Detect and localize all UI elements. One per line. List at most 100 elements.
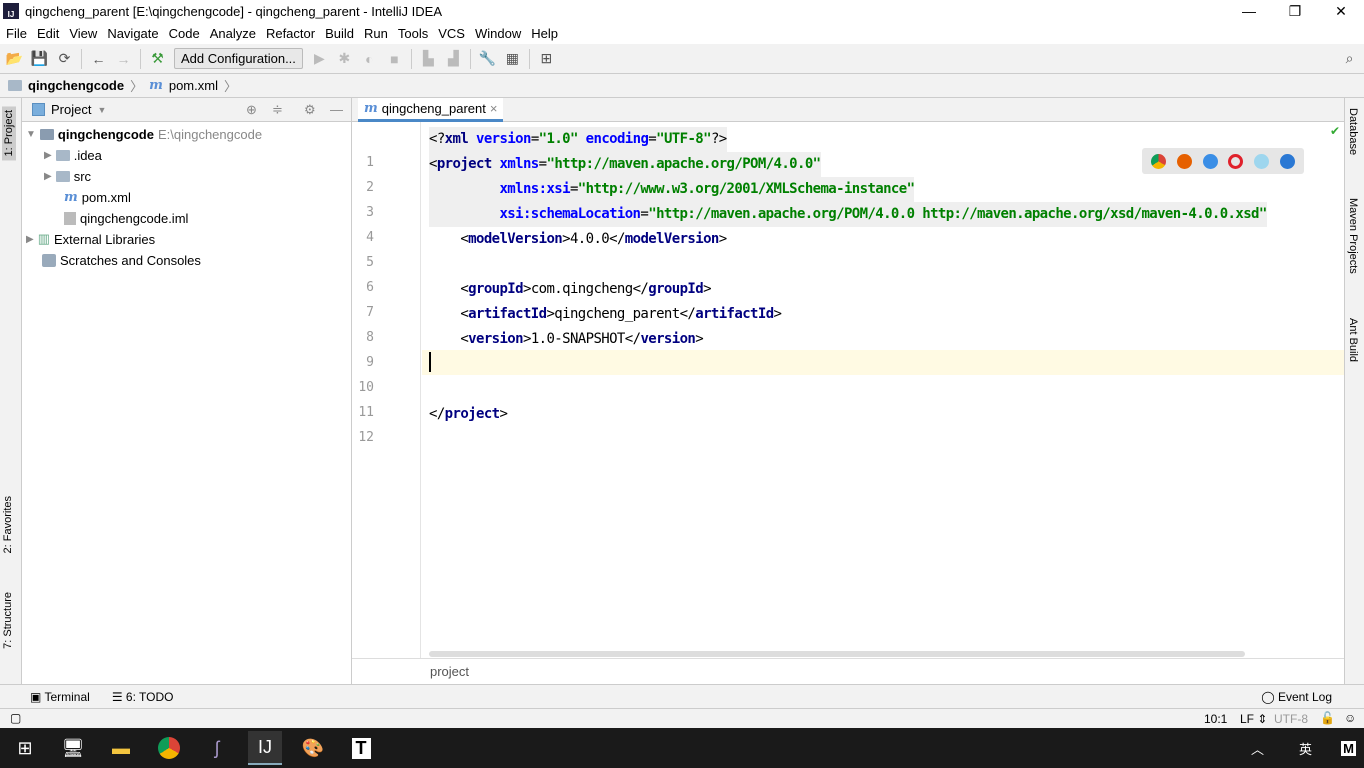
- breadcrumb-project[interactable]: qingchengcode: [28, 78, 124, 93]
- app-icon[interactable]: ʃ: [200, 731, 234, 765]
- tab-favorites[interactable]: 2: Favorites: [2, 496, 14, 553]
- tree-item-iml[interactable]: qingchengcode.iml: [64, 208, 188, 228]
- chrome-icon[interactable]: [1151, 153, 1167, 169]
- code-line[interactable]: <groupId>com.qingcheng</groupId>: [429, 277, 711, 302]
- add-configuration-button[interactable]: Add Configuration...: [174, 48, 303, 69]
- stop-icon[interactable]: ■: [386, 50, 403, 67]
- menu-analyze[interactable]: Analyze: [206, 26, 260, 41]
- tab-qingcheng-parent[interactable]: m qingcheng_parent ×: [358, 98, 504, 122]
- paint-icon[interactable]: 🎨: [296, 731, 330, 765]
- locate-icon[interactable]: ⊕: [246, 102, 257, 118]
- settings-wrench-icon[interactable]: 🔧: [479, 50, 496, 67]
- project-panel: Project ▼ ⊕ ≑ ⚙ — ▼ qingchengcode E:\qingc…: [22, 98, 352, 684]
- ime-indicator[interactable]: 英: [1299, 739, 1312, 758]
- menu-refactor[interactable]: Refactor: [262, 26, 319, 41]
- code-token: 4.0.0: [569, 231, 610, 247]
- tree-item-pom[interactable]: m pom.xml: [64, 187, 131, 207]
- code-token: <: [429, 281, 469, 297]
- debug-icon[interactable]: ✱: [336, 50, 353, 67]
- vcs-update-icon[interactable]: ▙: [420, 50, 437, 67]
- opera-icon[interactable]: [1228, 153, 1244, 169]
- code-line[interactable]: </project>: [429, 402, 508, 427]
- menu-build[interactable]: Build: [321, 26, 358, 41]
- close-button[interactable]: ✕: [1318, 0, 1364, 22]
- menu-view[interactable]: View: [65, 26, 101, 41]
- line-number: 10: [358, 380, 374, 395]
- internet-explorer-icon[interactable]: [1253, 153, 1269, 169]
- tab-todo[interactable]: ☰ 6: TODO: [112, 690, 174, 704]
- code-line[interactable]: <modelVersion>4.0.0</modelVersion>: [429, 227, 727, 252]
- menu-vcs[interactable]: VCS: [434, 26, 469, 41]
- tab-ant-build[interactable]: Ant Build: [1347, 318, 1359, 362]
- tab-structure[interactable]: 7: Structure: [2, 592, 14, 649]
- xml-breadcrumb[interactable]: project: [352, 658, 1344, 684]
- back-icon[interactable]: ←: [90, 50, 107, 67]
- ime-mode-icon[interactable]: M: [1341, 740, 1356, 756]
- tree-item-src[interactable]: ▶ src: [44, 166, 91, 186]
- sdk-icon[interactable]: ⊞: [538, 50, 555, 67]
- typora-icon[interactable]: T: [344, 731, 378, 765]
- tray-expand-icon[interactable]: ︿: [1251, 739, 1264, 758]
- search-icon[interactable]: ⌕: [1341, 50, 1358, 67]
- menu-window[interactable]: Window: [471, 26, 525, 41]
- breadcrumb-file[interactable]: pom.xml: [169, 78, 218, 93]
- windows-start-icon[interactable]: ⊞: [8, 731, 42, 765]
- menu-help[interactable]: Help: [527, 26, 562, 41]
- menu-navigate[interactable]: Navigate: [103, 26, 162, 41]
- tab-terminal[interactable]: ▣ Terminal: [30, 690, 90, 704]
- save-icon[interactable]: 💾: [31, 50, 48, 67]
- menu-edit[interactable]: Edit: [33, 26, 63, 41]
- collapse-all-icon[interactable]: ≑: [272, 102, 283, 118]
- close-tab-icon[interactable]: ×: [490, 101, 498, 116]
- code-line[interactable]: <?xml version="1.0" encoding="UTF-8"?>: [429, 127, 727, 152]
- menu-tools[interactable]: Tools: [394, 26, 432, 41]
- project-view-icon: [32, 103, 45, 116]
- tree-item-external-libraries[interactable]: ▶ ▥ External Libraries: [26, 229, 155, 249]
- run-icon[interactable]: ▶: [311, 50, 328, 67]
- code-line[interactable]: xsi:schemaLocation="http://maven.apache.…: [429, 202, 1267, 227]
- gear-icon[interactable]: ⚙: [304, 102, 316, 118]
- tree-item-idea[interactable]: ▶ .idea: [44, 145, 102, 165]
- edge-icon[interactable]: [1279, 153, 1295, 169]
- open-icon[interactable]: 📂: [6, 50, 23, 67]
- computer-icon[interactable]: 🖥: [56, 731, 90, 765]
- iml-file-icon: [64, 211, 76, 225]
- project-view-selector[interactable]: Project: [51, 102, 91, 117]
- scratches-icon: [42, 253, 56, 267]
- forward-icon[interactable]: →: [115, 50, 132, 67]
- file-encoding[interactable]: UTF-8: [1274, 712, 1308, 726]
- tree-item-root[interactable]: ▼ qingchengcode E:\qingchengcode: [26, 124, 262, 144]
- build-hammer-icon[interactable]: ⚒: [149, 50, 166, 67]
- hide-icon[interactable]: —: [330, 102, 343, 117]
- menu-code[interactable]: Code: [165, 26, 204, 41]
- lock-icon[interactable]: 🔓: [1320, 711, 1335, 725]
- chrome-icon[interactable]: [152, 731, 186, 765]
- code-line[interactable]: <artifactId>qingcheng_parent</artifactId…: [429, 302, 782, 327]
- horizontal-scrollbar[interactable]: [429, 651, 1245, 657]
- firefox-icon[interactable]: [1176, 153, 1192, 169]
- tab-project[interactable]: 1: Project: [2, 106, 16, 161]
- caret-position[interactable]: 10:1: [1204, 712, 1227, 726]
- coverage-icon[interactable]: ◐: [361, 50, 378, 67]
- menu-file[interactable]: File: [2, 26, 31, 41]
- event-log-button[interactable]: ◯ Event Log: [1261, 690, 1332, 704]
- tree-item-scratches[interactable]: Scratches and Consoles: [42, 250, 201, 270]
- restore-button[interactable]: ❐: [1272, 0, 1318, 22]
- inspector-icon[interactable]: ☺: [1344, 711, 1356, 725]
- tab-database[interactable]: Database: [1347, 108, 1359, 155]
- intellij-icon[interactable]: IJ: [248, 731, 282, 765]
- line-separator[interactable]: LF ⇕: [1240, 712, 1267, 726]
- tab-maven-projects[interactable]: Maven Projects: [1347, 198, 1359, 274]
- tool-window-toggle-icon[interactable]: ▢: [10, 711, 21, 725]
- menu-run[interactable]: Run: [360, 26, 392, 41]
- sync-icon[interactable]: ⟳: [56, 50, 73, 67]
- file-explorer-icon[interactable]: ▬: [104, 731, 138, 765]
- vcs-commit-icon[interactable]: ▟: [445, 50, 462, 67]
- minimize-button[interactable]: —: [1226, 0, 1272, 22]
- code-line[interactable]: xmlns:xsi="http://www.w3.org/2001/XMLSch…: [429, 177, 915, 202]
- menu-bar: File Edit View Navigate Code Analyze Refactor B…: [0, 22, 1364, 44]
- project-structure-icon[interactable]: ▦: [504, 50, 521, 67]
- safari-icon[interactable]: [1202, 153, 1218, 169]
- code-line[interactable]: <project xmlns="http://maven.apache.org/…: [429, 152, 821, 177]
- code-line[interactable]: <version>1.0-SNAPSHOT</version>: [429, 327, 703, 352]
